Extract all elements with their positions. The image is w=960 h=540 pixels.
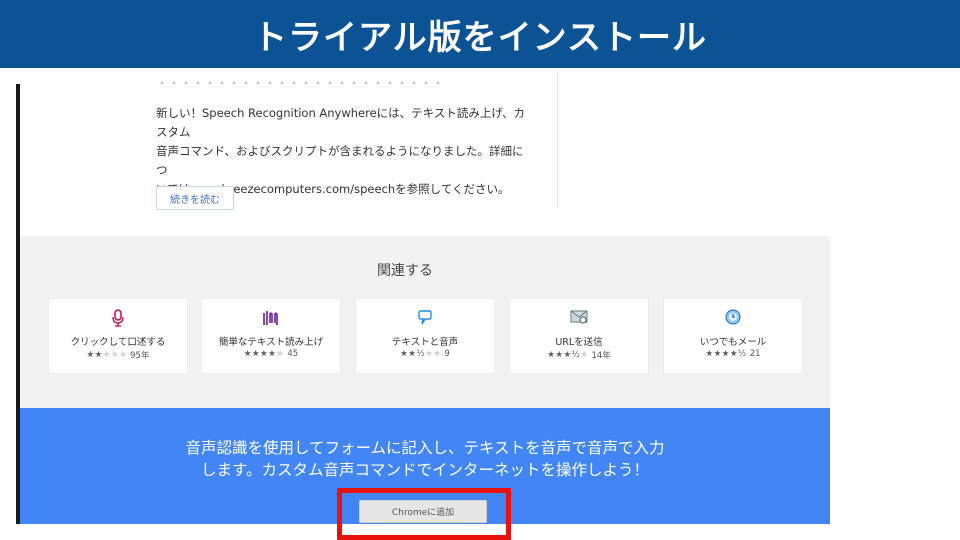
cta-line: 音声認識を使用してフォームに記入し、テキストを音声で音声で入力 — [185, 439, 665, 457]
cta-line: します。カスタム音声コマンドでインターネットを操作しよう！ — [201, 461, 649, 479]
rating-stars: ★★½★★ — [400, 349, 442, 359]
card-rating: ★★★★½ 21 — [664, 349, 802, 359]
rating-stars: ★★★½★ — [547, 350, 589, 360]
read-more-button[interactable]: 続きを読む — [156, 186, 234, 210]
related-card[interactable]: 簡単なテキスト読み上げ ★★★★★ 45 — [201, 298, 341, 374]
related-heading: 関連する — [377, 263, 433, 279]
card-name: テキストと音声 — [391, 337, 459, 348]
related-card[interactable]: いつでもメール ★★★★½ 21 — [663, 298, 803, 374]
related-card[interactable]: URLを送信 ★★★½★ 14年 — [509, 298, 649, 374]
rating-count: 14年 — [591, 351, 611, 361]
mail-link-icon — [510, 309, 648, 327]
related-card[interactable]: テキストと音声 ★★½★★ 9 — [355, 298, 495, 374]
description-line: 音声コマンド、およびスクリプトが含まれるようになりました。詳細につ — [156, 144, 524, 177]
rating-stars: ★★★★★ — [86, 350, 128, 360]
cta-text: 音声認識を使用してフォームに記入し、テキストを音声で音声で入力 します。カスタム… — [20, 437, 830, 481]
related-card[interactable]: クリックして口述する ★★★★★ 95年 — [48, 298, 188, 374]
card-name: クリックして口述する — [70, 337, 166, 348]
truncated-text: ・・・・・・・・・・・・・・・・・・・・・・・・ — [156, 76, 445, 90]
card-rating: ★★★★★ 95年 — [49, 349, 187, 361]
rating-count: 45 — [287, 349, 299, 359]
card-rating: ★★★½★ 14年 — [510, 349, 648, 361]
waveform-icon — [202, 309, 340, 327]
slide-title: トライアル版をインストール — [253, 17, 707, 58]
description-line: 新しい！Speech Recognition Anywhereには、テキスト読み… — [156, 106, 526, 139]
clock-mail-icon — [664, 309, 802, 327]
card-rating: ★★½★★ 9 — [356, 349, 494, 359]
highlight-box — [337, 488, 511, 540]
rating-count: 21 — [749, 349, 761, 359]
card-name: 簡単なテキスト読み上げ — [218, 337, 324, 348]
card-rating: ★★★★★ 45 — [202, 349, 340, 359]
rating-stars: ★★★★½ — [705, 349, 747, 359]
microphone-icon — [49, 309, 187, 327]
description: 新しい！Speech Recognition Anywhereには、テキスト読み… — [156, 104, 526, 199]
speech-bubble-icon — [356, 309, 494, 327]
column-divider — [557, 72, 558, 208]
card-name: いつでもメール — [699, 337, 767, 348]
card-name: URLを送信 — [555, 337, 603, 348]
rating-count: 95年 — [130, 351, 150, 361]
rating-stars: ★★★★★ — [243, 349, 285, 359]
slide-title-bar: トライアル版をインストール — [0, 0, 960, 68]
rating-count: 9 — [444, 349, 450, 359]
